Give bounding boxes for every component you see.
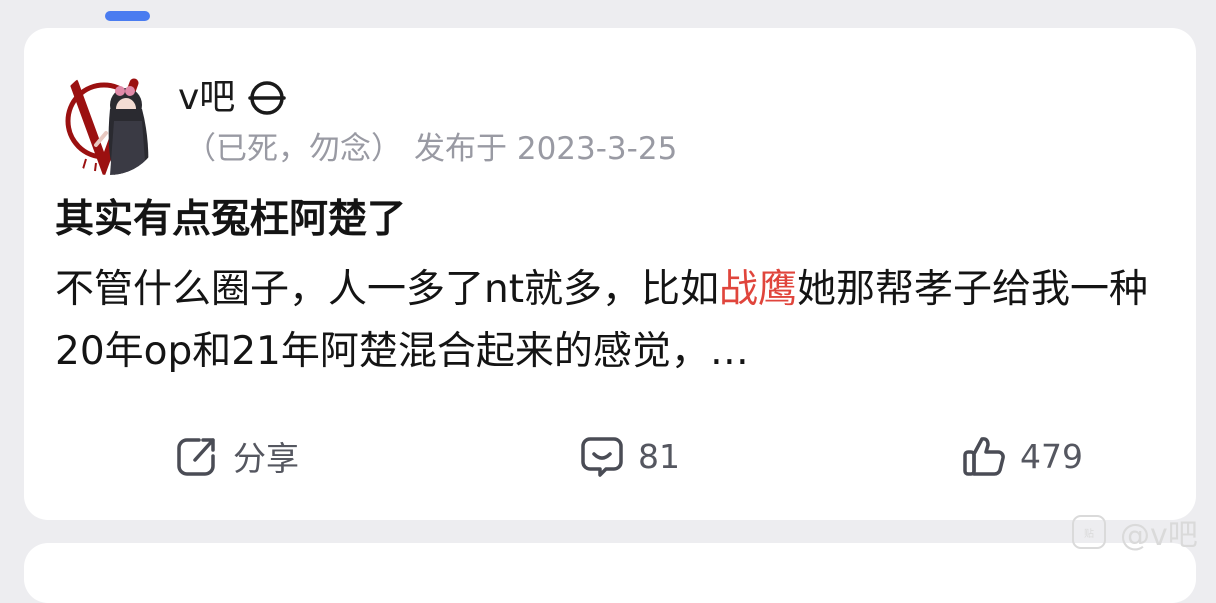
- like-button[interactable]: 479: [962, 432, 1083, 480]
- highlight-link[interactable]: 战鹰: [719, 267, 797, 312]
- author-name-row[interactable]: v吧: [178, 76, 287, 120]
- like-count: 479: [1020, 436, 1083, 476]
- share-label: 分享: [233, 439, 299, 478]
- post-body-text: 不管什么圈子，人一多了nt就多，比如: [55, 267, 720, 312]
- publish-date: 发布于 2023-3-25: [414, 131, 678, 167]
- comment-icon: [580, 434, 624, 478]
- author-name[interactable]: v吧: [178, 76, 235, 120]
- comment-button[interactable]: 81: [580, 432, 680, 480]
- watermark: 贴 @v吧: [1072, 510, 1198, 554]
- share-icon: [175, 434, 219, 478]
- author-avatar[interactable]: [56, 69, 162, 175]
- tab-indicator: [105, 11, 150, 21]
- watermark-text: @v吧: [1120, 518, 1198, 553]
- post-meta: （已死，勿念） 发布于 2023-3-25: [185, 128, 677, 170]
- post-title[interactable]: 其实有点冤枉阿楚了: [55, 193, 406, 247]
- comment-count: 81: [638, 436, 680, 476]
- thumbs-up-icon: [962, 434, 1006, 478]
- tieba-logo-icon: 贴: [1072, 515, 1106, 549]
- author-status: （已死，勿念）: [185, 131, 402, 167]
- post-body[interactable]: 不管什么圈子，人一多了nt就多，比如战鹰她那帮孝子给我一种20年op和21年阿楚…: [55, 259, 1165, 383]
- ban-circle-icon: [247, 78, 287, 118]
- share-button[interactable]: 分享: [175, 432, 299, 480]
- next-post-card[interactable]: [24, 543, 1196, 603]
